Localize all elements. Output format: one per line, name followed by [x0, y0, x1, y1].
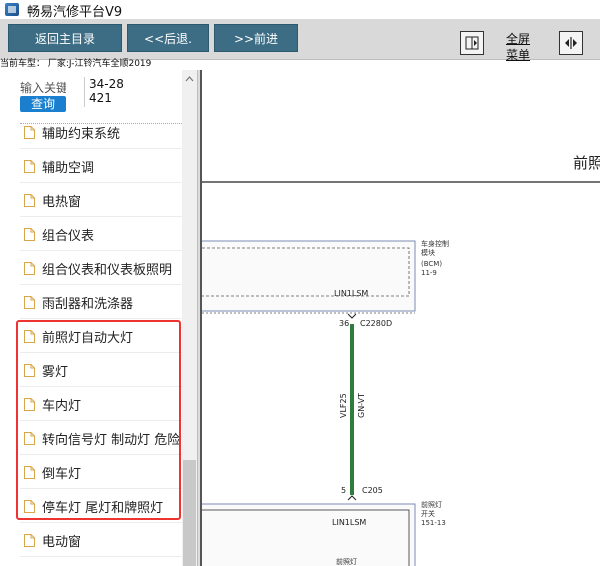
tree-item-label: 组合仪表和仪表板照明 [42, 262, 173, 278]
tree-item-label: 辅助约束系统 [42, 126, 121, 142]
sidebar: 输入关键 34-28421 查询 辅助约束系统 辅助空调电热窗组合仪表组合仪表和仪… [0, 70, 197, 566]
bcm-module-box[interactable] [202, 240, 416, 312]
document-icon [24, 533, 35, 547]
tree-item-label: 雨刮器和洗涤器 [42, 296, 134, 312]
connector-top-arrow [347, 313, 357, 319]
current-vehicle-status: 当前车型： 厂家:J-江铃汽车全顺2019 [0, 59, 152, 69]
app-icon [5, 3, 19, 16]
sidebar-scrollbar[interactable] [182, 70, 197, 566]
document-icon [24, 125, 35, 139]
tree-item[interactable]: 雨刮器和洗涤器 [20, 286, 182, 319]
document-icon [24, 227, 35, 241]
diagram-canvas: 前照 LIN1LSM 车身控制 模块 (BCM) 11-9 36 C2280D … [202, 154, 600, 566]
bcm-code: (BCM) [421, 260, 442, 268]
tree-item[interactable]: 电动窗 [20, 524, 182, 557]
diagram-header-text: 前照 [573, 154, 600, 172]
switch-name-1: 前照灯 [421, 500, 442, 509]
bcm-name-1: 车身控制 [421, 239, 449, 248]
back-button[interactable]: <<后退. [127, 24, 209, 52]
tree-item-label: 电动窗 [42, 534, 82, 550]
switch-module-box[interactable] [202, 503, 416, 566]
bcm-pin-label: LIN1LSM [334, 289, 368, 298]
query-button[interactable]: 查询 [20, 96, 66, 112]
menu-label[interactable]: 菜单 [493, 47, 543, 63]
bcm-ref: 11-9 [421, 269, 437, 277]
switch-ref: 151-13 [421, 519, 446, 527]
connector-bottom-arrow [347, 495, 357, 501]
scrollbar-thumb[interactable] [183, 460, 196, 566]
switch-name-2: 开关 [421, 509, 435, 518]
toolbar: 返回主目录 <<后退. >>前进 全屏 菜单 [0, 19, 600, 63]
wiring-diagram[interactable]: 前照 LIN1LSM 车身控制 模块 (BCM) 11-9 36 C2280D … [202, 70, 600, 566]
wire-vlf25[interactable] [350, 324, 354, 495]
fullscreen-label[interactable]: 全屏 [493, 31, 543, 47]
connector-top-id: C2280D [360, 319, 392, 328]
switch-pin-label: LIN1LSM [332, 518, 366, 527]
scroll-up-icon[interactable] [182, 74, 197, 84]
tree-item[interactable]: 电热窗 [20, 184, 182, 217]
expand-both-icon [565, 37, 577, 49]
tree-item-label: 电热窗 [42, 194, 82, 210]
bcm-name-2: 模块 [421, 248, 435, 257]
document-icon [24, 295, 35, 309]
expand-panel-button[interactable] [559, 31, 583, 55]
search-label: 输入关键 [20, 81, 66, 95]
wire-circuit-label: VLF25 [339, 393, 348, 418]
connector-bottom-pin: 5 [341, 486, 346, 495]
collapse-left-icon [465, 36, 479, 50]
tree-item[interactable]: 组合仪表 [20, 218, 182, 251]
tree-item-label: 辅助空调 [42, 160, 95, 176]
collapse-panel-button[interactable] [460, 31, 484, 55]
highlight-box [16, 320, 181, 520]
tree-item[interactable]: 辅助空调 [20, 150, 182, 183]
connector-top-pin: 36 [339, 319, 349, 328]
window-title: 畅易汽修平台V9 [27, 5, 123, 20]
fullscreen-menu-link[interactable]: 全屏 菜单 [493, 31, 543, 63]
document-icon [24, 193, 35, 207]
tree-item[interactable]: 组合仪表和仪表板照明 [20, 252, 182, 285]
back-to-main-button[interactable]: 返回主目录 [8, 24, 122, 52]
title-bar: 畅易汽修平台V9 [0, 0, 600, 20]
tree-item[interactable]: 辅助约束系统 [20, 116, 182, 149]
switch-bottom-label: 前照灯 [336, 557, 357, 566]
document-icon [24, 261, 35, 275]
connector-bottom-id: C205 [362, 486, 383, 495]
wire-color-label: GN-VT [357, 393, 366, 418]
forward-button[interactable]: >>前进 [214, 24, 298, 52]
search-input[interactable]: 34-28421 [84, 77, 131, 107]
document-icon [24, 159, 35, 173]
tree-item-label: 组合仪表 [42, 228, 95, 244]
